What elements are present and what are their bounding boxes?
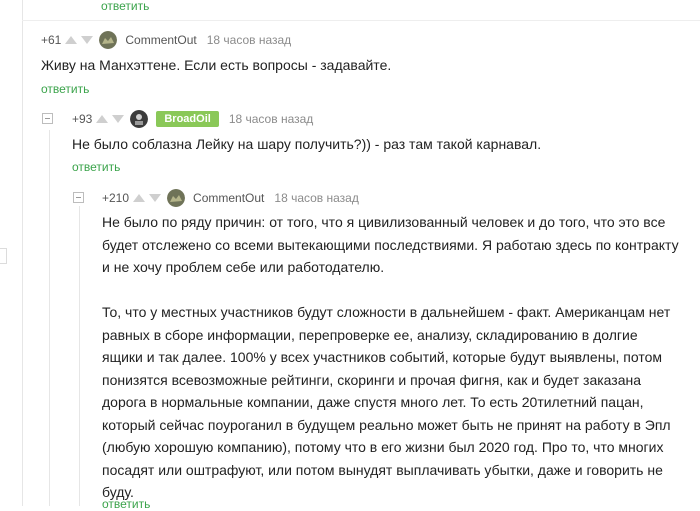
comment-text: Живу на Манхэттене. Если есть вопросы - … [41, 57, 392, 73]
reply-link[interactable]: ответить [72, 160, 120, 174]
avatar[interactable] [99, 31, 118, 49]
timestamp[interactable]: 18 часов назад [229, 112, 313, 126]
reply-link-previous[interactable]: ответить [101, 0, 149, 13]
comment-text-paragraph: То, что у местных участников будут сложн… [102, 304, 671, 500]
upvote-icon[interactable] [133, 194, 146, 202]
avatar[interactable] [167, 189, 186, 207]
timestamp[interactable]: 18 часов назад [207, 33, 291, 47]
rating: +61 [41, 33, 62, 47]
upvote-icon[interactable] [96, 115, 109, 123]
username[interactable]: CommentOut [193, 191, 264, 205]
comment-header: +210 CommentOut 18 часов назад [102, 188, 359, 208]
comment-header: +61 CommentOut 18 часов назад [41, 30, 291, 50]
username[interactable]: CommentOut [125, 33, 196, 47]
divider [22, 20, 700, 21]
timestamp[interactable]: 18 часов назад [274, 191, 358, 205]
comment-text: Не было соблазна Лейку на шару получить?… [72, 136, 542, 152]
reply-link[interactable]: ответить [102, 497, 150, 511]
thread-line [49, 130, 50, 506]
collapse-toggle-icon[interactable] [73, 192, 84, 203]
side-scroll-tab[interactable] [0, 248, 7, 264]
downvote-icon[interactable] [149, 194, 162, 202]
upvote-icon[interactable] [65, 36, 78, 44]
comment-text-paragraph: Не было по ряду причин: от того, что я ц… [102, 214, 679, 275]
downvote-icon[interactable] [81, 36, 94, 44]
collapse-toggle-icon[interactable] [42, 113, 53, 124]
thread-line [79, 206, 80, 506]
rating: +93 [72, 112, 93, 126]
username-badge[interactable]: BroadOil [156, 111, 219, 127]
comment-header: +93 BroadOil 18 часов назад [72, 109, 313, 129]
avatar[interactable] [130, 110, 149, 128]
reply-link[interactable]: ответить [41, 82, 89, 96]
rating: +210 [102, 191, 130, 205]
thread-line [22, 0, 23, 506]
downvote-icon[interactable] [112, 115, 125, 123]
